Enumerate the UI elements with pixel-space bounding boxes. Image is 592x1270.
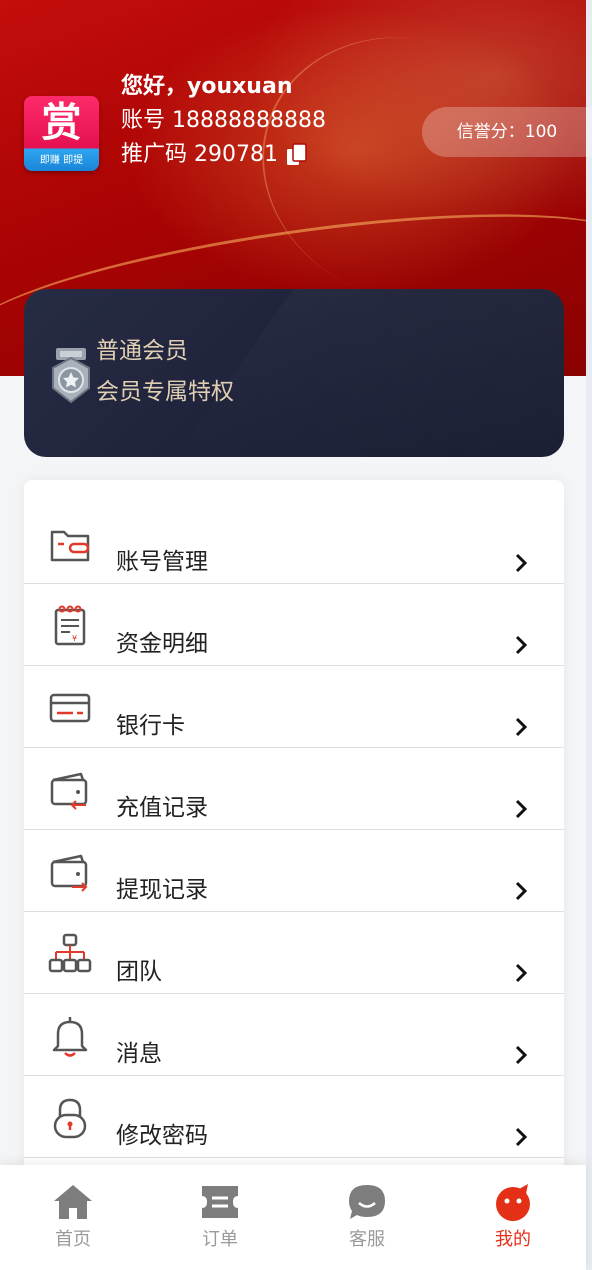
member-card[interactable]: [24, 289, 564, 457]
fund-detail-icon: ¥: [54, 605, 86, 646]
chevron-right-icon: [515, 881, 528, 901]
chevron-right-icon: [515, 963, 528, 983]
menu-label: 团队: [116, 959, 162, 985]
chevron-right-icon: [515, 1045, 528, 1065]
menu-item-messages[interactable]: 消息: [24, 994, 564, 1076]
chevron-right-icon: [515, 1127, 528, 1147]
menu-item-change-password[interactable]: 修改密码: [24, 1076, 564, 1158]
bottom-tab-bar: 首页 订单 客服 我的: [0, 1165, 586, 1270]
menu-label: 提现记录: [116, 877, 208, 903]
recharge-wallet-icon: [50, 772, 88, 810]
chevron-right-icon: [515, 635, 528, 655]
copy-icon[interactable]: [284, 142, 310, 168]
menu-item-withdraw-records[interactable]: 提现记录: [24, 830, 564, 912]
menu-label: 银行卡: [116, 713, 185, 739]
svg-text:¥: ¥: [72, 634, 77, 643]
menu-label: 账号管理: [116, 549, 208, 575]
credit-score-badge: 信誉分：100: [422, 107, 592, 157]
tab-label: 订单: [202, 1229, 238, 1250]
menu-label: 修改密码: [116, 1123, 208, 1149]
promo-code-text: 推广码 290781: [121, 142, 278, 167]
logo-glyph: 赏: [41, 99, 82, 146]
home-icon: [54, 1185, 92, 1219]
page-edge: [586, 0, 592, 1270]
menu-item-team[interactable]: 团队: [24, 912, 564, 994]
team-icon: [48, 933, 92, 973]
settings-menu: 账号管理 ¥ 资金明细 银行卡 充值记录 提现记录 团队 消息 修改密码: [24, 480, 564, 1180]
lock-icon: [53, 1098, 87, 1139]
profile-icon: [496, 1184, 530, 1221]
account-card-icon: [50, 530, 90, 562]
chat-icon: [349, 1185, 385, 1219]
tab-orders[interactable]: 订单: [147, 1165, 293, 1270]
menu-label: 消息: [116, 1041, 162, 1067]
tab-home[interactable]: 首页: [0, 1165, 146, 1270]
logo-subtitle: 即赚 即提: [39, 155, 84, 166]
app-logo: 赏 即赚 即提: [24, 96, 99, 171]
promo-code-row: 推广码 290781: [121, 140, 310, 170]
bell-icon: [52, 1017, 88, 1057]
menu-item-fund-details[interactable]: ¥ 资金明细: [24, 584, 564, 666]
menu-label: 充值记录: [116, 795, 208, 821]
account-number: 账号 18888888888: [121, 108, 326, 133]
tab-label: 我的: [495, 1229, 531, 1250]
medal-icon: [52, 348, 90, 404]
chevron-right-icon: [515, 717, 528, 737]
tab-customer-service[interactable]: 客服: [294, 1165, 440, 1270]
bank-card-icon: [49, 693, 91, 723]
member-privilege[interactable]: 会员专属特权: [96, 377, 234, 407]
menu-item-account-management[interactable]: 账号管理: [24, 502, 564, 584]
withdraw-wallet-icon: [50, 854, 88, 892]
greeting-text: 您好，youxuan: [121, 74, 293, 99]
tab-label: 首页: [55, 1229, 91, 1250]
chevron-right-icon: [515, 799, 528, 819]
menu-label: 资金明细: [116, 631, 208, 657]
tab-profile[interactable]: 我的: [440, 1165, 586, 1270]
menu-item-bank-card[interactable]: 银行卡: [24, 666, 564, 748]
menu-item-recharge-records[interactable]: 充值记录: [24, 748, 564, 830]
member-level: 普通会员: [96, 338, 188, 364]
tab-label: 客服: [349, 1229, 385, 1250]
chevron-right-icon: [515, 553, 528, 573]
ticket-icon: [202, 1186, 238, 1218]
